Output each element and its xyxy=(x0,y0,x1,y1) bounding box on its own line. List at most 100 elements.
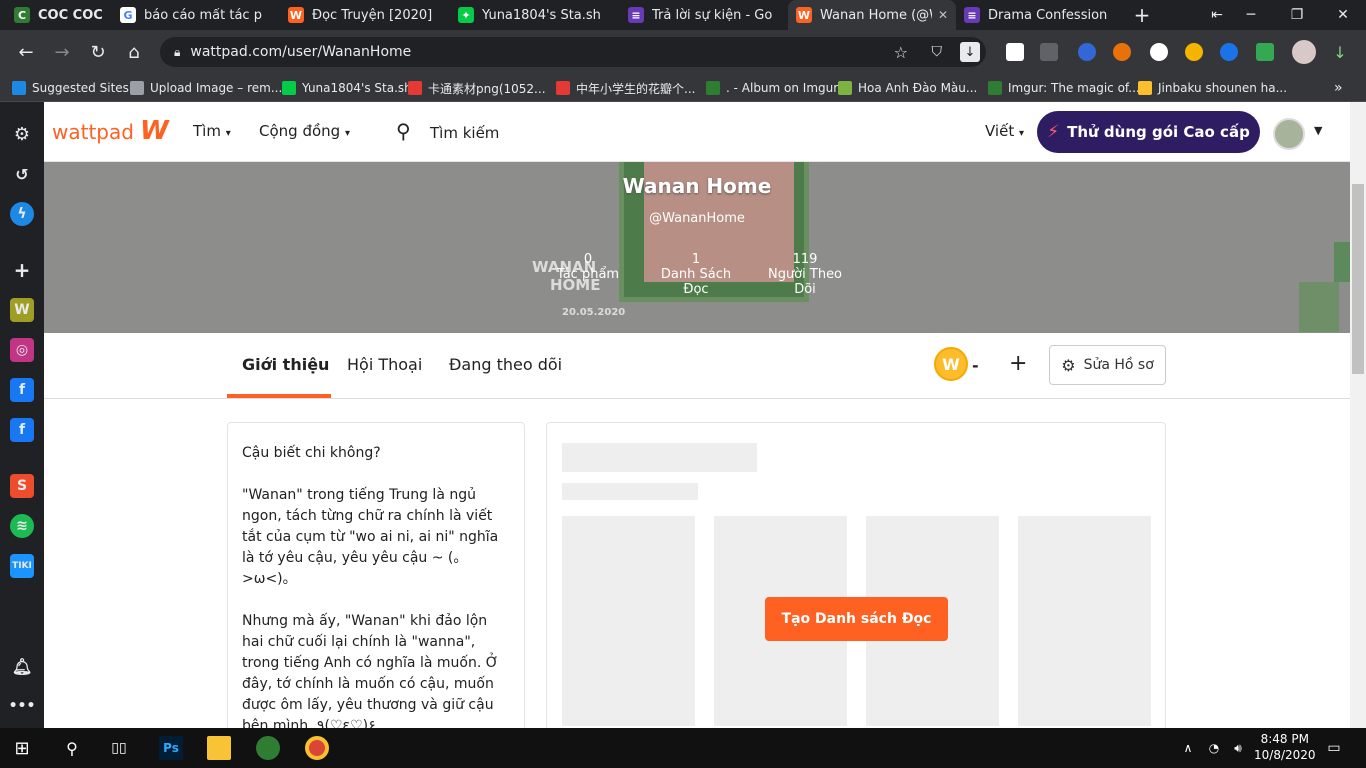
close-window-button[interactable]: ✕ xyxy=(1320,0,1366,30)
chrome-icon[interactable] xyxy=(305,736,329,760)
stat-works[interactable]: 0 Tác phẩm xyxy=(548,252,628,282)
scrollbar-thumb[interactable] xyxy=(1352,184,1364,374)
close-tab-icon[interactable]: ✕ xyxy=(938,8,948,22)
task-view-icon[interactable]: ▯▯ xyxy=(107,736,131,760)
search-input[interactable]: Tìm kiếm xyxy=(430,124,499,142)
lock-icon: 🔒︎ xyxy=(174,44,181,59)
coin-balance: - xyxy=(972,356,979,375)
spotify-icon[interactable]: ≋ xyxy=(10,514,34,538)
add-coins-button[interactable]: + xyxy=(1009,351,1027,376)
petal-icon xyxy=(556,81,570,95)
bookmark-8[interactable]: Jinbaku shounen ha... xyxy=(1138,74,1287,102)
bookmark-4[interactable]: 中年小学生的花瓣个... xyxy=(556,74,695,102)
stat-reading-lists[interactable]: 1 Danh Sách Đọc xyxy=(656,252,736,297)
tab-1[interactable]: W Đọc Truyện [2020] xyxy=(280,0,448,30)
shopee-icon[interactable]: S xyxy=(10,474,34,498)
windows-start-icon[interactable]: ⊞ xyxy=(10,736,34,760)
write-menu[interactable]: Viết ▾ xyxy=(985,122,1024,140)
placeholder-cover xyxy=(562,516,695,726)
add-icon[interactable]: + xyxy=(10,258,34,282)
tab-conversations[interactable]: Hội Thoại xyxy=(347,355,422,374)
wattpad-w-logo-icon[interactable]: W xyxy=(140,116,169,146)
bookmark-1[interactable]: Upload Image – rem... xyxy=(130,74,282,102)
premium-button[interactable]: ⚡︎ Thử dùng gói Cao cấp xyxy=(1037,111,1260,153)
tab-about[interactable]: Giới thiệu xyxy=(242,355,329,374)
wattpad-header: wattpad W Tìm ▾ Cộng đồng ▾ ⚲ Tìm kiếm V… xyxy=(44,102,1350,162)
back-button[interactable]: ← xyxy=(12,38,40,66)
bookmark-6[interactable]: Hoa Anh Đào Màu... xyxy=(838,74,977,102)
bookmark-5[interactable]: . - Album on Imgur xyxy=(706,74,838,102)
minimize-button[interactable]: ─ xyxy=(1228,0,1274,30)
bookmark-7[interactable]: Imgur: The magic of... xyxy=(988,74,1140,102)
gear-icon[interactable]: ⚙ xyxy=(10,122,34,146)
file-explorer-icon[interactable] xyxy=(207,736,231,760)
extension-circle-icon[interactable] xyxy=(1185,43,1203,61)
shield-icon[interactable]: ⛉ xyxy=(932,44,943,60)
about-text: "Wanan" trong tiếng Trung là ngủ ngon, t… xyxy=(242,487,499,587)
photoshop-icon[interactable]: Ps xyxy=(159,736,183,760)
facebook-icon[interactable]: f xyxy=(10,418,34,442)
tab-5[interactable]: ≡ Drama Confession xyxy=(956,0,1124,30)
wattpad-logo[interactable]: wattpad xyxy=(52,120,134,144)
edit-profile-button[interactable]: ⚙ Sửa Hồ sơ xyxy=(1049,345,1166,385)
omnibox[interactable]: 🔒︎ wattpad.com/user/WananHome ☆ ⛉ ↓ xyxy=(160,37,986,67)
coccoc-taskbar-icon[interactable] xyxy=(256,736,280,760)
extension-infinity-icon[interactable] xyxy=(1113,43,1131,61)
browser-tab-strip: C CỐC CỐC G báo cáo mất tác p W Đọc Truy… xyxy=(0,0,1366,30)
google-forms-icon: ≡ xyxy=(964,7,980,23)
volume-icon[interactable]: 🔊︎ xyxy=(1226,736,1250,760)
camera-icon[interactable] xyxy=(1040,43,1058,61)
wifi-icon[interactable]: ◔ xyxy=(1202,736,1226,760)
tiki-icon[interactable]: TIKI xyxy=(10,554,34,578)
bookmark-2[interactable]: Yuna1804's Sta.sh xyxy=(282,74,412,102)
puzzle-icon[interactable] xyxy=(1256,43,1274,61)
create-reading-list-button[interactable]: Tạo Danh sách Đọc xyxy=(765,597,948,641)
tab-following[interactable]: Đang theo dõi xyxy=(449,355,562,374)
coccoc-icon: C xyxy=(14,7,30,23)
avatar-caret-down-icon[interactable]: ▼ xyxy=(1314,124,1322,137)
system-clock[interactable]: 8:48 PM 10/8/2020 xyxy=(1254,731,1316,763)
profile-tabs: Giới thiệu Hội Thoại Đang theo dõi W - +… xyxy=(44,333,1350,399)
discover-menu[interactable]: Tìm ▾ xyxy=(193,122,231,140)
tray-chevron-icon[interactable]: ∧ xyxy=(1176,736,1200,760)
new-tab-button[interactable]: + xyxy=(1124,0,1160,30)
tab-0[interactable]: G báo cáo mất tác p xyxy=(112,0,278,30)
search-icon[interactable]: ⚲ xyxy=(60,736,84,760)
bookmarks-overflow-icon[interactable]: » xyxy=(1334,74,1343,102)
download-icon[interactable]: ↓ xyxy=(960,42,980,62)
extension-download-icon[interactable] xyxy=(1150,43,1168,61)
bookmark-0[interactable]: Suggested Sites xyxy=(12,74,129,102)
bookmark-3[interactable]: 卡通素材png(1052... xyxy=(408,74,546,102)
wattpad-w-icon[interactable]: W xyxy=(10,298,34,322)
home-button[interactable]: ⌂ xyxy=(120,38,148,66)
forward-button[interactable]: → xyxy=(48,38,76,66)
profile-avatar[interactable] xyxy=(1292,40,1316,64)
extension-moon-icon[interactable] xyxy=(1078,43,1096,61)
bookmark-star-icon[interactable]: ☆ xyxy=(894,43,908,62)
extension-j-icon[interactable] xyxy=(1006,43,1024,61)
caret-down-icon: ▾ xyxy=(225,128,231,139)
history-icon[interactable]: ↺ xyxy=(10,162,34,186)
community-menu[interactable]: Cộng đồng ▾ xyxy=(259,122,350,140)
user-avatar[interactable] xyxy=(1273,118,1305,150)
facebook-icon[interactable]: f xyxy=(10,378,34,402)
tab-2[interactable]: ✦ Yuna1804's Sta.sh xyxy=(450,0,618,30)
more-icon[interactable]: ••• xyxy=(9,694,36,718)
action-center-icon[interactable]: ▭ xyxy=(1322,736,1346,760)
update-arrow-icon[interactable]: ↓ xyxy=(1326,38,1354,66)
tab-3[interactable]: ≡ Trả lời sự kiện - Go xyxy=(620,0,788,30)
maximize-button[interactable]: ❐ xyxy=(1274,0,1320,30)
messenger-icon[interactable]: ϟ xyxy=(10,202,34,226)
instagram-icon[interactable]: ◎ xyxy=(10,338,34,362)
stash-icon xyxy=(282,81,296,95)
tab-4-active[interactable]: W Wanan Home (@W ✕ xyxy=(788,0,956,30)
search-icon[interactable]: ⚲ xyxy=(396,119,411,143)
profile-name: Wanan Home xyxy=(622,174,772,198)
extension-blue-icon[interactable] xyxy=(1220,43,1238,61)
stat-followers[interactable]: 119 Người Theo Dõi xyxy=(766,252,844,297)
about-text: Cậu biết chi không? xyxy=(242,445,381,461)
reload-button[interactable]: ↻ xyxy=(84,38,112,66)
placeholder-cover xyxy=(1018,516,1151,726)
notification-bell-icon[interactable]: 🔔︎ xyxy=(10,654,34,678)
browser-brand[interactable]: C CỐC CỐC xyxy=(6,0,110,30)
